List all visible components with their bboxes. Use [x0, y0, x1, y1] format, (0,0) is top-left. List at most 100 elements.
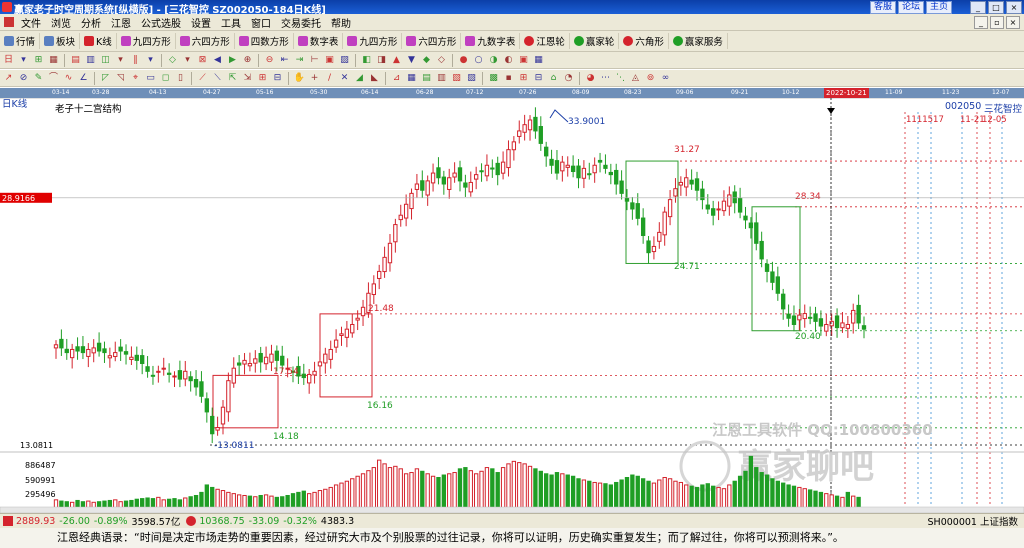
tool-button[interactable]: ✕: [338, 72, 351, 85]
tool-button[interactable]: ⊢: [308, 54, 321, 67]
tb-square94b[interactable]: 九四方形: [343, 33, 403, 49]
menu-file[interactable]: 文件: [16, 15, 46, 30]
tool-button[interactable]: ▼: [405, 54, 418, 67]
tool-button[interactable]: ◇: [166, 54, 179, 67]
tool-button[interactable]: ⊞: [256, 72, 269, 85]
tool-button[interactable]: ▥: [435, 72, 448, 85]
link-forum[interactable]: 论坛: [897, 1, 924, 14]
tool-button[interactable]: ▨: [338, 54, 351, 67]
tool-button[interactable]: ◢: [353, 72, 366, 85]
mdi-minimize-icon[interactable]: _: [974, 15, 988, 29]
tool-button[interactable]: ⋱: [614, 72, 627, 85]
tool-button[interactable]: ◻: [159, 72, 172, 85]
tool-button[interactable]: ●: [457, 54, 470, 67]
menu-settings[interactable]: 设置: [186, 15, 216, 30]
tool-button[interactable]: ▶: [226, 54, 239, 67]
tb-numtable[interactable]: 数字表: [294, 33, 344, 49]
close-icon[interactable]: ×: [1006, 1, 1022, 14]
tool-button[interactable]: /: [323, 72, 336, 85]
tb-gann-wheel[interactable]: 江恩轮: [520, 33, 570, 49]
tool-button[interactable]: ▾: [181, 54, 194, 67]
tool-button[interactable]: ⋯: [599, 72, 612, 85]
tool-button[interactable]: ⌒: [47, 72, 60, 85]
tool-button[interactable]: ◔: [562, 72, 575, 85]
tool-button[interactable]: ◇: [435, 54, 448, 67]
tool-button[interactable]: ▾: [17, 54, 30, 67]
tool-button[interactable]: ◸: [99, 72, 112, 85]
tool-button[interactable]: ∿: [62, 72, 75, 85]
menu-trade[interactable]: 交易委托: [276, 15, 326, 30]
tb-square4[interactable]: 四数方形: [235, 33, 294, 49]
menu-help[interactable]: 帮助: [326, 15, 356, 30]
menu-browse[interactable]: 浏览: [46, 15, 76, 30]
menu-tools[interactable]: 工具: [216, 15, 246, 30]
tool-button[interactable]: 日: [2, 54, 15, 67]
tool-button[interactable]: ▾: [114, 54, 127, 67]
tool-button[interactable]: ◣: [368, 72, 381, 85]
tool-button[interactable]: ◀: [211, 54, 224, 67]
tool-button[interactable]: ⊟: [271, 72, 284, 85]
tool-button[interactable]: ▯: [174, 72, 187, 85]
tool-button[interactable]: ⇲: [241, 72, 254, 85]
tool-button[interactable]: ▩: [487, 72, 500, 85]
tool-button[interactable]: ⊠: [196, 54, 209, 67]
tool-button[interactable]: ⟋: [196, 72, 209, 85]
tool-button[interactable]: ▦: [47, 54, 60, 67]
tool-button[interactable]: ⌂: [547, 72, 560, 85]
mdi-restore-icon[interactable]: ▫: [990, 15, 1004, 29]
app-menu-icon[interactable]: [4, 17, 14, 27]
tool-button[interactable]: ▥: [84, 54, 97, 67]
tb-square64b[interactable]: 六四方形: [402, 33, 462, 49]
tool-button[interactable]: ✎: [32, 72, 45, 85]
tool-button[interactable]: ⊞: [32, 54, 45, 67]
tool-button[interactable]: +: [308, 72, 321, 85]
tb-hexagon[interactable]: 六角形: [619, 33, 669, 49]
status-symbol[interactable]: SH000001 上证指数: [928, 514, 1018, 528]
menu-gann[interactable]: 江恩: [106, 15, 136, 30]
tool-button[interactable]: ∞: [659, 72, 672, 85]
kline-chart[interactable]: 1111517 11-2112-05 33.9001 31.27 28.34 24.71 2…: [0, 98, 1024, 513]
tool-button[interactable]: ⊚: [644, 72, 657, 85]
tool-button[interactable]: ▤: [420, 72, 433, 85]
tool-button[interactable]: ⇥: [293, 54, 306, 67]
tool-button[interactable]: ◕: [584, 72, 597, 85]
tool-button[interactable]: ◨: [375, 54, 388, 67]
tool-button[interactable]: ⌖: [129, 72, 142, 85]
mdi-close-icon[interactable]: ×: [1006, 15, 1020, 29]
tb-service[interactable]: 赢家服务: [669, 33, 728, 49]
tool-button[interactable]: ▨: [465, 72, 478, 85]
tb-kline[interactable]: K线: [80, 33, 117, 49]
tb-square94[interactable]: 九四方形: [117, 33, 176, 49]
tool-button[interactable]: ◐: [502, 54, 515, 67]
tool-button[interactable]: ▲: [390, 54, 403, 67]
tool-button[interactable]: ‖: [129, 54, 142, 67]
tb-square64[interactable]: 六四方形: [176, 33, 235, 49]
tool-button[interactable]: ▭: [144, 72, 157, 85]
tool-button[interactable]: ⊖: [263, 54, 276, 67]
tool-button[interactable]: ◬: [629, 72, 642, 85]
tool-button[interactable]: ◑: [487, 54, 500, 67]
tool-button[interactable]: ◆: [420, 54, 433, 67]
tool-button[interactable]: ▪: [502, 72, 515, 85]
tool-button[interactable]: ⊿: [390, 72, 403, 85]
tool-button[interactable]: ⇱: [226, 72, 239, 85]
tool-button[interactable]: ▦: [405, 72, 418, 85]
tool-button[interactable]: ↗: [2, 72, 15, 85]
tb-winner-wheel[interactable]: 赢家轮: [570, 33, 620, 49]
tool-button[interactable]: ▣: [323, 54, 336, 67]
tool-button[interactable]: ⊟: [532, 72, 545, 85]
tool-button[interactable]: ◹: [114, 72, 127, 85]
tool-button[interactable]: ⊘: [17, 72, 30, 85]
tool-button[interactable]: ⇤: [278, 54, 291, 67]
menu-formula[interactable]: 公式选股: [136, 15, 186, 30]
tool-button[interactable]: ▾: [144, 54, 157, 67]
tool-button[interactable]: ⊕: [241, 54, 254, 67]
menu-window[interactable]: 窗口: [246, 15, 276, 30]
menu-analysis[interactable]: 分析: [76, 15, 106, 30]
tool-button[interactable]: ▤: [69, 54, 82, 67]
link-service[interactable]: 客服: [869, 1, 896, 14]
tool-button[interactable]: ∠: [77, 72, 90, 85]
tb-quote[interactable]: 行情: [0, 33, 41, 49]
tool-button[interactable]: ▧: [450, 72, 463, 85]
tool-button[interactable]: ▣: [517, 54, 530, 67]
